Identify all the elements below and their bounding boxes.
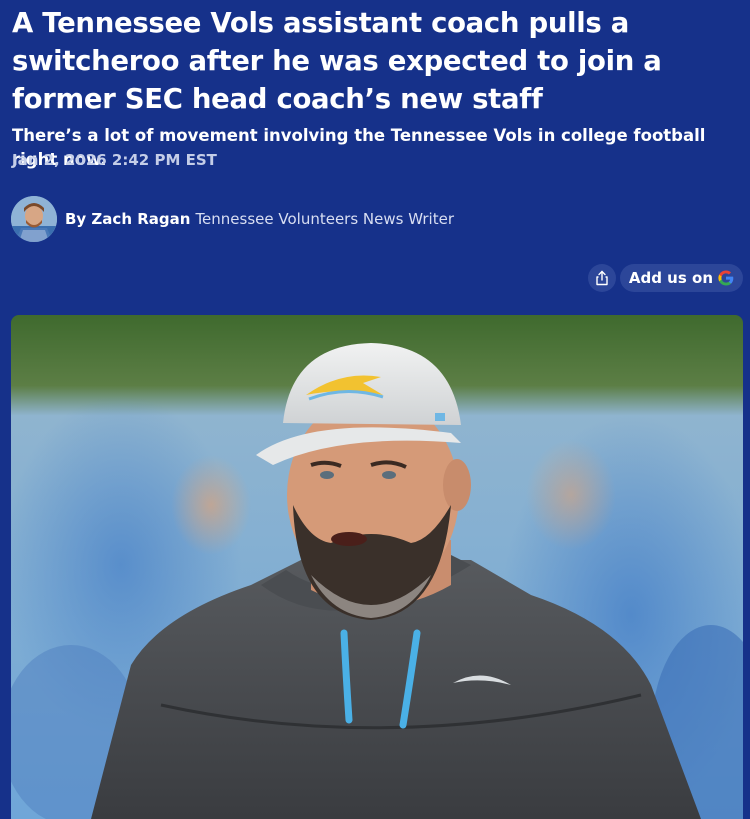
google-icon (718, 270, 734, 286)
article-headline: A Tennessee Vols assistant coach pulls a… (12, 7, 662, 115)
add-us-label: Add us on (628, 269, 713, 287)
hero-image[interactable] (11, 315, 743, 819)
add-us-on-google-button[interactable]: Add us on (619, 264, 743, 292)
author-avatar[interactable] (11, 196, 57, 242)
share-icon (594, 270, 610, 286)
share-button[interactable] (587, 264, 616, 292)
author-role: Tennessee Volunteers News Writer (195, 210, 454, 228)
author-byline: By Zach Ragan Tennessee Volunteers News … (11, 196, 454, 242)
author-name[interactable]: By Zach Ragan (65, 210, 190, 228)
article-timestamp: Jan 2, 2026 2:42 PM EST (12, 151, 217, 169)
article-actions: Add us on (587, 264, 743, 292)
